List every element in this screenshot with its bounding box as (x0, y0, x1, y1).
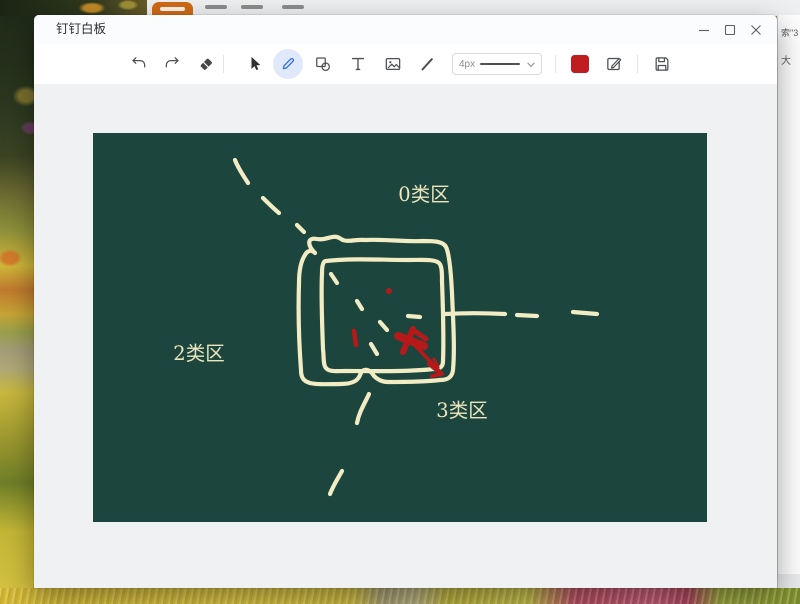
stroke-line-right (445, 313, 505, 314)
toolbar-divider (637, 55, 638, 73)
red-cross-stroke (416, 332, 426, 339)
color-swatch-red[interactable] (571, 55, 589, 73)
window-title: 钉钉白板 (56, 15, 106, 44)
stroke-width-preview (480, 63, 520, 65)
highlighter-button[interactable] (412, 49, 442, 79)
note-edit-button[interactable] (599, 49, 629, 79)
canvas-label-3: 3类区 (436, 399, 487, 422)
eraser-icon[interactable] (191, 49, 221, 79)
background-tab[interactable] (241, 5, 263, 9)
close-button[interactable] (743, 15, 769, 44)
stroke-dash (235, 160, 248, 183)
background-text-fragment: 索"3 (781, 26, 798, 39)
background-window-edge[interactable]: 索"3 大 (777, 15, 800, 588)
whiteboard-content-area: 0类区 2类区 3类区 (34, 84, 777, 588)
canvas-label-2: 2类区 (173, 342, 224, 365)
canvas-label-0: 0类区 (398, 183, 449, 206)
toolbar-divider (555, 55, 556, 73)
background-active-tab[interactable] (152, 2, 193, 15)
text-tool-button[interactable] (343, 49, 373, 79)
background-browser-tabbar[interactable] (147, 0, 800, 16)
red-dash (354, 331, 356, 345)
stroke-dash (357, 301, 362, 309)
toolbar: 4px (34, 44, 777, 85)
stroke-dash (297, 225, 304, 232)
titlebar[interactable]: 钉钉白板 (34, 15, 777, 45)
maximize-button[interactable] (717, 15, 743, 44)
background-tab[interactable] (205, 5, 227, 9)
red-dot (386, 288, 392, 294)
stroke-width-value: 4px (459, 59, 475, 70)
background-active-tab-text (160, 7, 185, 11)
stroke-dash (573, 312, 597, 314)
red-arrow-barb (432, 374, 442, 376)
stroke-dash (331, 274, 337, 283)
save-button[interactable] (647, 49, 677, 79)
background-tab[interactable] (282, 5, 304, 9)
whiteboard-window: 钉钉白板 (34, 15, 777, 588)
whiteboard-canvas[interactable]: 0类区 2类区 3类区 (93, 133, 707, 522)
image-button[interactable] (378, 49, 408, 79)
stroke-dash (357, 394, 369, 423)
select-cursor-button[interactable] (239, 49, 269, 79)
toolbar-divider (223, 55, 224, 73)
stroke-dash (330, 471, 342, 494)
shapes-button[interactable] (308, 49, 338, 79)
stroke-dash (408, 316, 420, 317)
undo-button[interactable] (124, 49, 154, 79)
wallpaper-bottom-strip (0, 588, 800, 604)
wallpaper-top-strip (0, 0, 150, 16)
background-text-fragment: 大 (781, 52, 791, 67)
minimize-button[interactable] (691, 15, 717, 44)
stroke-width-dropdown[interactable]: 4px (452, 53, 542, 75)
chevron-down-icon (527, 55, 535, 73)
desktop: 索"3 大 钉钉白板 (0, 0, 800, 604)
window-controls (691, 15, 769, 44)
stroke-dash (263, 198, 279, 213)
background-window-footer (778, 574, 800, 588)
stroke-dash (517, 315, 537, 316)
stroke-dash (380, 322, 387, 330)
pen-tool-button[interactable] (273, 49, 303, 79)
stroke-dash (371, 344, 377, 354)
redo-button[interactable] (157, 49, 187, 79)
